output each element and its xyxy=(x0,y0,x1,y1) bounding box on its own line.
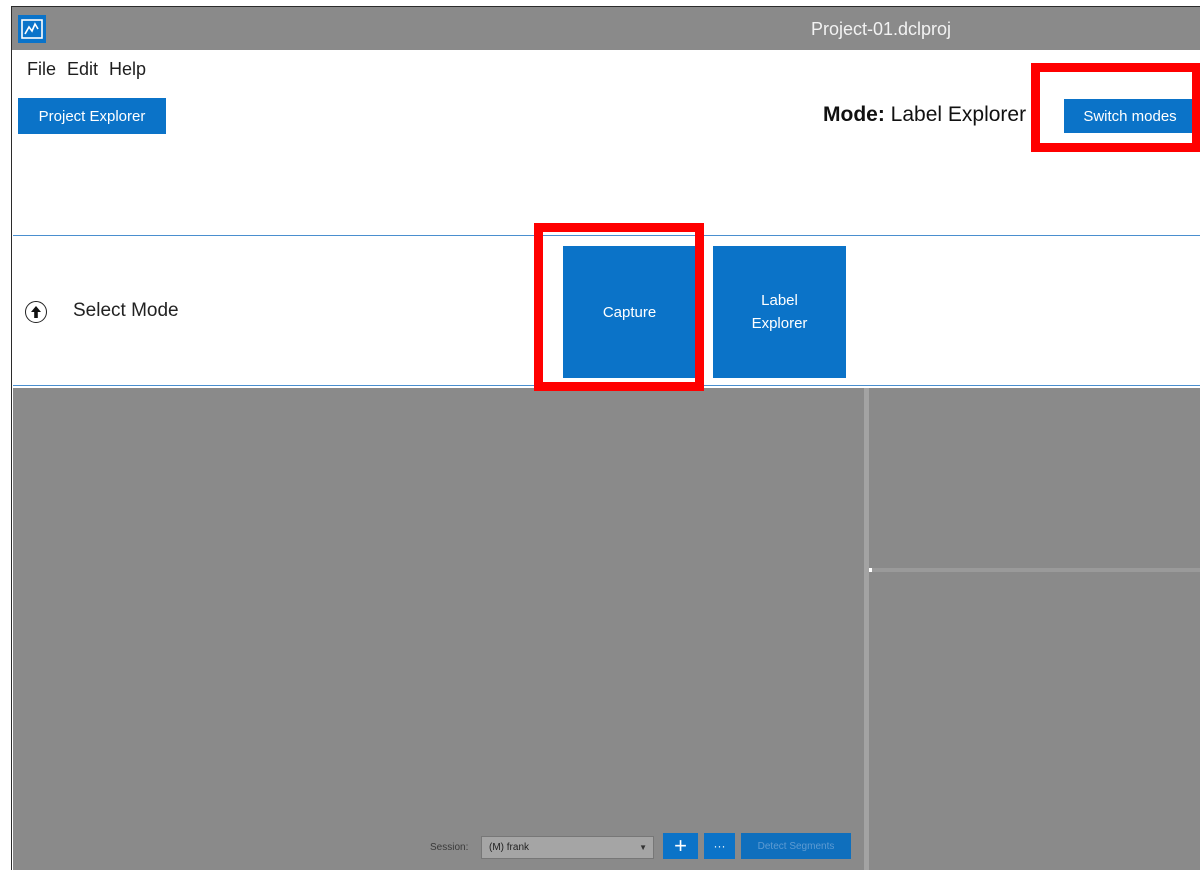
current-mode-indicator: Mode: Label Explorer xyxy=(823,103,1026,127)
select-mode-label: Select Mode xyxy=(73,300,179,321)
detect-segments-button[interactable]: Detect Segments xyxy=(741,833,851,859)
menu-edit[interactable]: Edit xyxy=(67,59,98,80)
main-workspace xyxy=(13,388,864,870)
mode-prefix: Mode: xyxy=(823,103,885,126)
arrow-up-circle-icon xyxy=(25,301,47,323)
menu-file[interactable]: File xyxy=(27,59,56,80)
label-explorer-mode-tile[interactable]: Label Explorer xyxy=(713,246,846,378)
chevron-down-icon: ▼ xyxy=(639,843,647,852)
window-title: Project-01.dclproj xyxy=(810,19,952,39)
switch-modes-button[interactable]: Switch modes xyxy=(1064,99,1196,133)
session-select[interactable]: (M) frank ▼ xyxy=(481,836,654,859)
more-options-button[interactable]: ··· xyxy=(704,833,735,859)
tile-line-2: Explorer xyxy=(751,315,808,332)
mode-value: Label Explorer xyxy=(884,103,1027,126)
label-explorer-tile-label: Label Explorer xyxy=(752,289,808,335)
project-explorer-button[interactable]: Project Explorer xyxy=(18,98,166,134)
menu-help[interactable]: Help xyxy=(109,59,146,80)
add-session-button[interactable]: + xyxy=(663,833,698,859)
menu-bar: File Edit Help xyxy=(27,59,146,80)
tile-line-1: Label xyxy=(761,292,798,309)
capture-mode-tile[interactable]: Capture xyxy=(563,246,696,378)
session-value: (M) frank xyxy=(489,842,529,853)
capture-tile-label: Capture xyxy=(602,303,657,321)
right-panel-top xyxy=(869,388,1200,568)
title-bar: Project-01.dclproj xyxy=(12,7,1200,50)
app-window: Project-01.dclproj File Edit Help Projec… xyxy=(11,6,1200,870)
right-panel-bottom xyxy=(869,572,1200,870)
session-label: Session: xyxy=(430,842,469,853)
